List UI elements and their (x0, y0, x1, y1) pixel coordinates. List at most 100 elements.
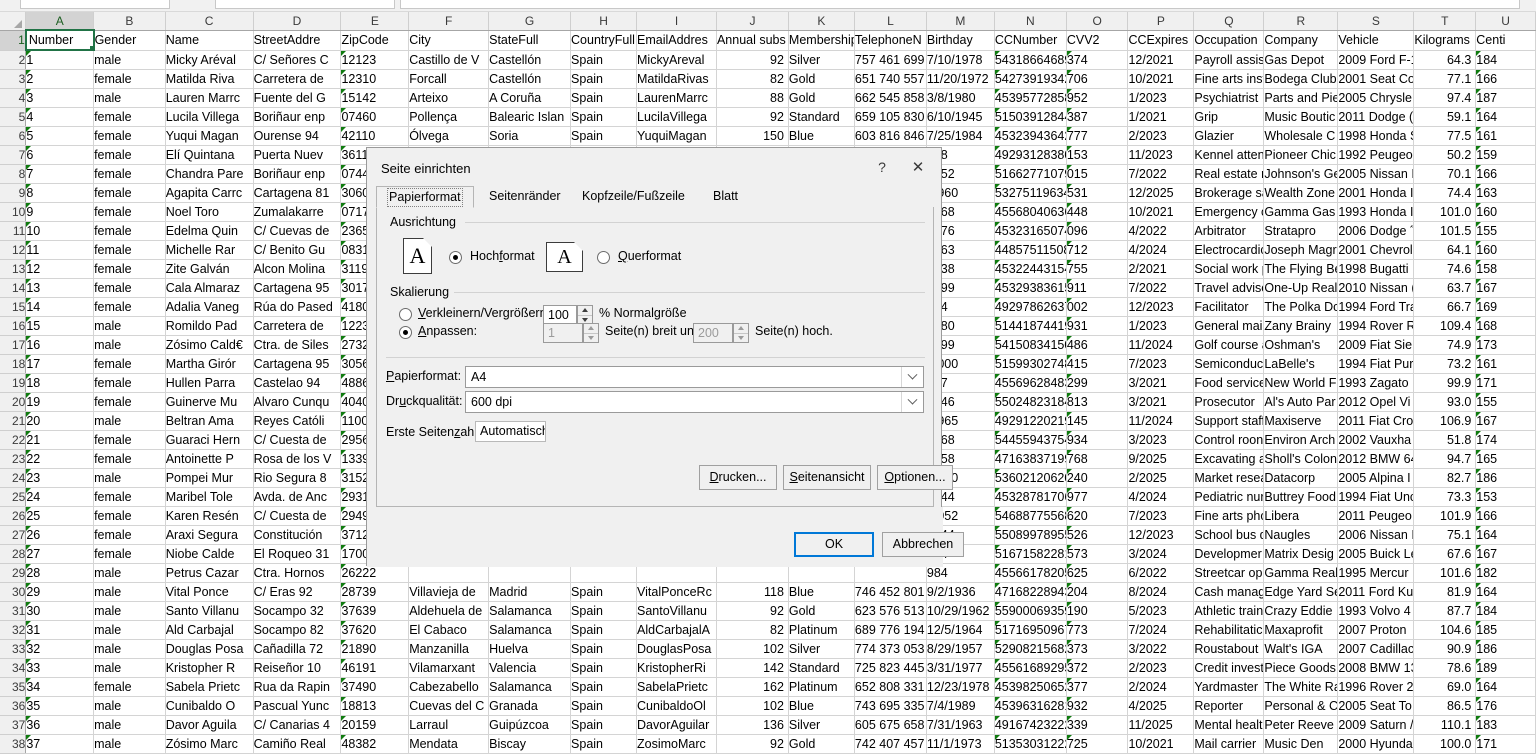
data-cell[interactable]: 3/2022 (1127, 639, 1195, 659)
data-cell[interactable]: 813 (1065, 392, 1129, 412)
data-cell[interactable]: 52908215682 (994, 639, 1067, 659)
data-cell[interactable]: Fuente del G (253, 88, 342, 108)
data-cell[interactable]: Kennel atten (1193, 145, 1265, 165)
data-cell[interactable]: Buttrey Food (1263, 487, 1339, 507)
data-cell[interactable]: female (93, 677, 166, 697)
data-cell[interactable]: female (93, 430, 166, 450)
data-cell[interactable]: 10/2021 (1127, 69, 1195, 89)
data-cell[interactable]: 2/2024 (1127, 677, 1195, 697)
print-button[interactable]: Drucken... (699, 465, 777, 490)
data-cell[interactable]: Silver (788, 50, 855, 70)
data-cell[interactable]: Wealth Zone (1263, 183, 1339, 203)
data-cell[interactable]: Zósimo Marc (165, 734, 254, 754)
data-cell[interactable]: 88 (716, 88, 789, 108)
data-cell[interactable]: 142 (716, 658, 789, 678)
column-header-b[interactable]: B (93, 12, 166, 31)
data-cell[interactable]: Castillo de V (408, 50, 490, 70)
row-header-4[interactable]: 4 (0, 88, 27, 108)
data-cell[interactable]: C/ Señores C (253, 50, 342, 70)
data-cell[interactable]: 934 (1065, 430, 1129, 450)
data-cell[interactable]: female (93, 392, 166, 412)
data-cell[interactable]: 7 (25, 164, 95, 184)
data-cell[interactable]: Music Boutic (1263, 107, 1339, 127)
column-header-i[interactable]: I (636, 12, 717, 31)
table-row[interactable]: 34 33 male Kristopher R Reiseñor 10 46191 Vila… (0, 658, 1536, 678)
row-header-26[interactable]: 26 (0, 506, 27, 526)
data-cell[interactable]: Vital Ponce (165, 582, 254, 602)
data-cell[interactable]: LucilaVillega (636, 107, 717, 127)
data-cell[interactable]: 2007 Proton (1337, 620, 1415, 640)
fit-tall-input[interactable]: 200 (693, 323, 733, 343)
page-setup-dialog[interactable]: Seite einrichten ? ✕ Papierformat Seiten… (366, 147, 964, 567)
data-cell[interactable]: 45396316281 (994, 696, 1067, 716)
data-cell[interactable]: Matilda Riva (165, 69, 254, 89)
data-cell[interactable]: Walt's IGA (1263, 639, 1339, 659)
data-cell[interactable]: Cunibaldo O (165, 696, 254, 716)
data-cell[interactable]: Alcon Molina (253, 259, 342, 279)
data-cell[interactable]: 1/2023 (1127, 88, 1195, 108)
data-cell[interactable]: 109.4 (1413, 316, 1477, 336)
data-cell[interactable]: female (93, 278, 166, 298)
data-cell[interactable]: female (93, 164, 166, 184)
adjust-scale-radio[interactable] (399, 308, 412, 321)
data-cell[interactable]: 2001 Chevrol (1337, 240, 1415, 260)
data-cell[interactable]: Camiño Real (253, 734, 342, 754)
data-cell[interactable]: 5 (25, 126, 95, 146)
data-cell[interactable]: 186 (1475, 639, 1536, 659)
data-cell[interactable]: 32 (25, 639, 95, 659)
data-cell[interactable]: 29 (25, 582, 95, 602)
data-cell[interactable]: Socampo 32 (253, 601, 342, 621)
data-cell[interactable]: 145 (1065, 411, 1129, 431)
data-cell[interactable]: Biscay (488, 734, 572, 754)
data-cell[interactable]: Environ Arch (1263, 430, 1339, 450)
data-cell[interactable]: male (93, 734, 166, 754)
data-cell[interactable]: female (93, 506, 166, 526)
data-cell[interactable]: Ourense 94 (253, 126, 342, 146)
data-cell[interactable]: CunibaldoOl (636, 696, 717, 716)
data-cell[interactable]: Lucila Villega (165, 107, 254, 127)
data-cell[interactable]: Crazy Eddie (1263, 601, 1339, 621)
data-cell[interactable]: 14 (25, 297, 95, 317)
fit-wide-spin-up[interactable] (584, 324, 598, 334)
data-cell[interactable]: Wholesale C (1263, 126, 1339, 146)
data-cell[interactable]: male (93, 468, 166, 488)
data-cell[interactable]: 49167423222 (994, 715, 1067, 735)
toolbar-box-2[interactable] (215, 0, 395, 9)
data-cell[interactable]: 651 740 557 (854, 69, 927, 89)
column-header-q[interactable]: Q (1193, 12, 1265, 31)
data-cell[interactable]: 7/2022 (1127, 164, 1195, 184)
fit-tall-spin-up[interactable] (734, 324, 748, 334)
data-cell[interactable]: School bus d (1193, 525, 1265, 545)
data-cell[interactable]: female (93, 373, 166, 393)
data-cell[interactable]: Pediatric nur (1193, 487, 1265, 507)
data-cell[interactable]: 93.0 (1413, 392, 1477, 412)
help-icon[interactable]: ? (867, 154, 897, 180)
data-cell[interactable]: 33 (25, 658, 95, 678)
data-cell[interactable]: 16 (25, 335, 95, 355)
data-cell[interactable]: 104.6 (1413, 620, 1477, 640)
data-cell[interactable]: 74.4 (1413, 183, 1477, 203)
data-cell[interactable]: Libera (1263, 506, 1339, 526)
data-cell[interactable]: Cuevas del C (408, 696, 490, 716)
data-cell[interactable]: Ctra. de Siles (253, 335, 342, 355)
data-cell[interactable]: 167 (1475, 278, 1536, 298)
data-cell[interactable]: male (93, 620, 166, 640)
data-cell[interactable]: 11/2024 (1127, 411, 1195, 431)
data-cell[interactable]: 102 (716, 696, 789, 716)
data-cell[interactable]: 1/2021 (1127, 107, 1195, 127)
data-cell[interactable]: 45568040636 (994, 202, 1067, 222)
data-cell[interactable]: 20 (25, 411, 95, 431)
data-cell[interactable]: Fine arts inst (1193, 69, 1265, 89)
row-header-28[interactable]: 28 (0, 544, 27, 564)
data-cell[interactable]: 2006 Dodge ˝ (1337, 221, 1415, 241)
data-cell[interactable]: Athletic train (1193, 601, 1265, 621)
data-cell[interactable]: 1994 Ford Tra (1337, 297, 1415, 317)
data-cell[interactable]: 100.0 (1413, 734, 1477, 754)
data-cell[interactable]: Fine arts pho (1193, 506, 1265, 526)
data-cell[interactable]: MickyAreval (636, 50, 717, 70)
data-cell[interactable]: 1996 Rover 2 (1337, 677, 1415, 697)
row-header-32[interactable]: 32 (0, 620, 27, 640)
column-title-cell[interactable]: Name (165, 30, 254, 51)
data-cell[interactable]: Romildo Pad (165, 316, 254, 336)
data-cell[interactable]: 164 (1475, 525, 1536, 545)
